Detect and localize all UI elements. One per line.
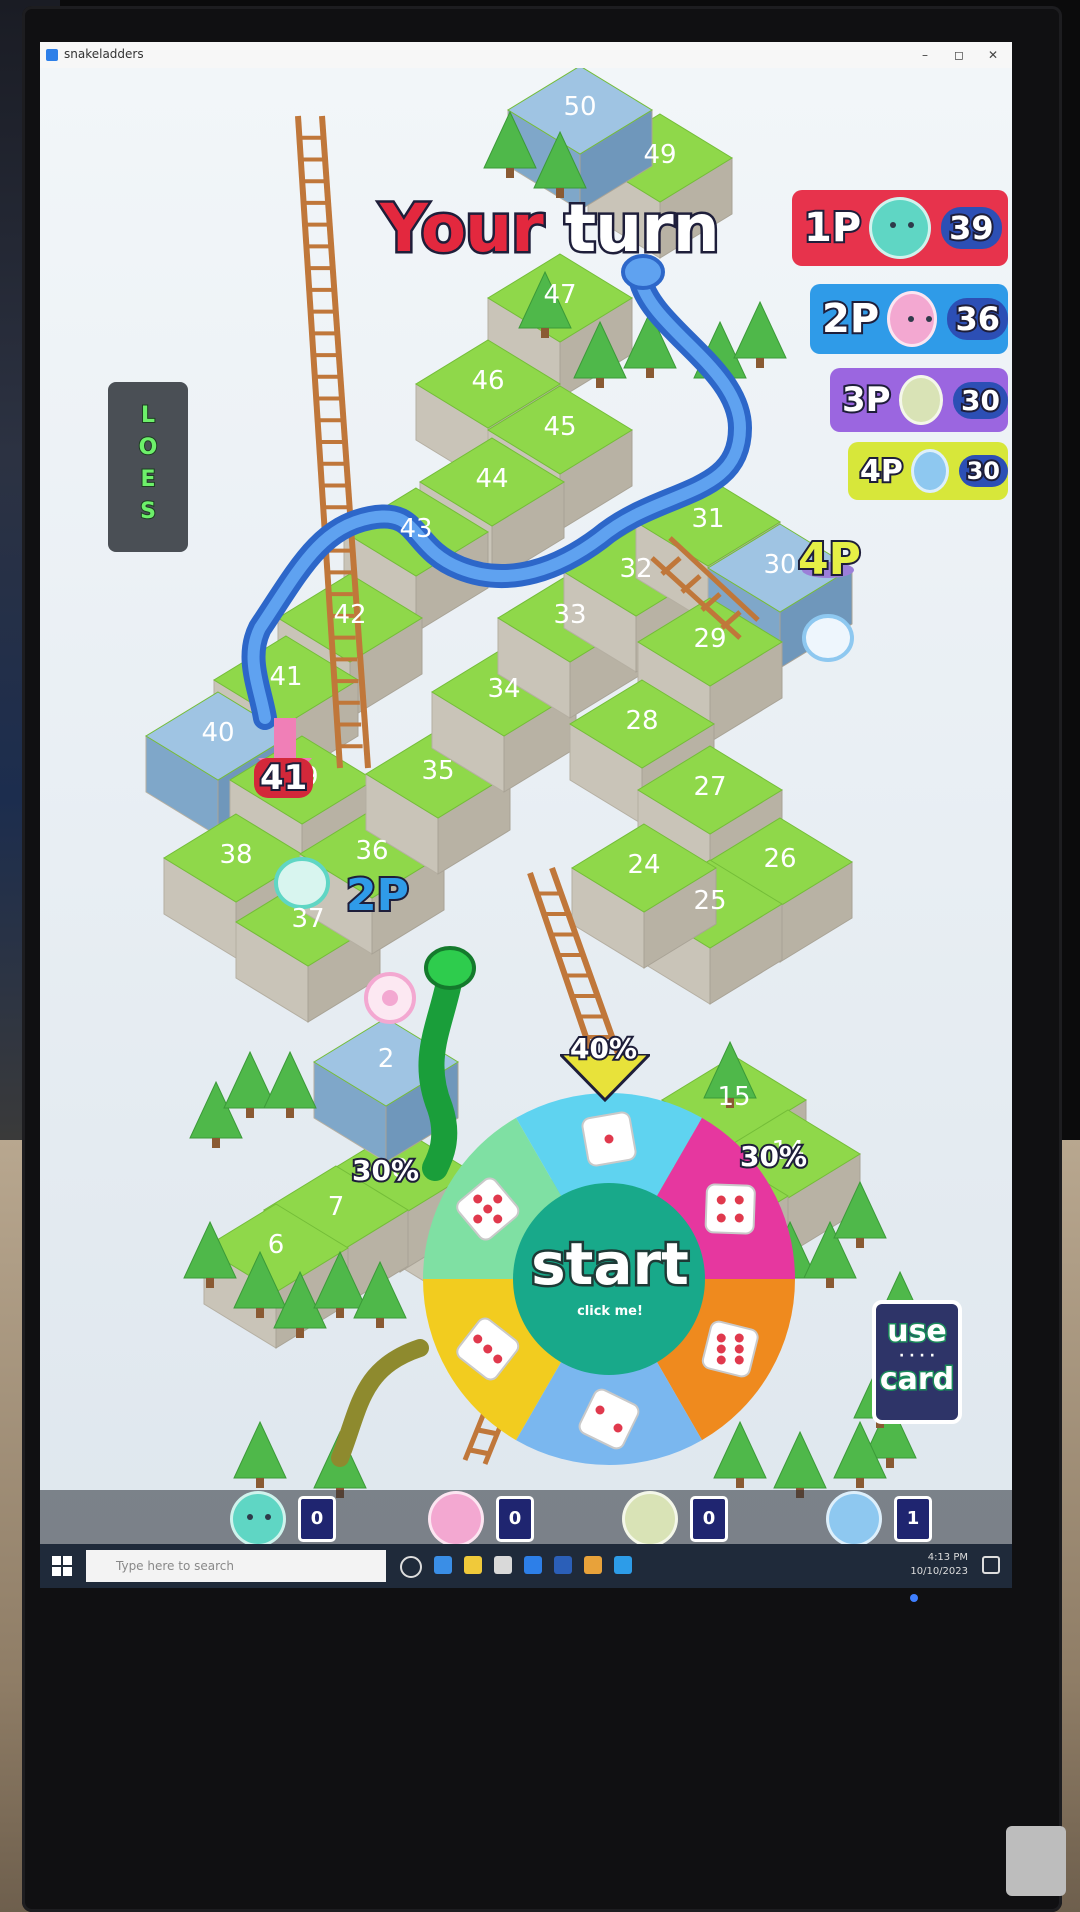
turn-banner-turn: turn xyxy=(562,188,722,270)
dice-pip xyxy=(493,1354,503,1364)
notification-icon[interactable] xyxy=(982,1556,1000,1574)
side-tab[interactable]: L O E S xyxy=(108,382,188,552)
taskbar-time: 4:13 PM xyxy=(927,1552,968,1563)
player-label: 1P xyxy=(802,203,863,253)
player-label: 4P xyxy=(858,452,905,491)
turn-banner-your: Your xyxy=(378,188,547,270)
inventory-card-count[interactable]: 1 xyxy=(894,1496,932,1542)
use-card-line2: card xyxy=(878,1361,955,1399)
dice-pip xyxy=(604,1134,614,1144)
windows-start-icon[interactable] xyxy=(52,1556,72,1576)
window-title: snakeladders xyxy=(64,47,144,61)
spinner-pct-right: 30% xyxy=(738,1138,809,1175)
dice-pip xyxy=(734,1333,744,1343)
start-button[interactable]: start xyxy=(510,1228,710,1301)
snake-green-head xyxy=(424,946,476,990)
inventory-card-count[interactable]: 0 xyxy=(496,1496,534,1542)
edge-icon[interactable] xyxy=(434,1556,452,1574)
player-score: 30 xyxy=(953,381,1008,419)
dice-icon xyxy=(701,1320,759,1378)
store-icon[interactable] xyxy=(494,1556,512,1574)
inventory-slot-4p: 1 xyxy=(826,1491,932,1547)
inventory-card-count[interactable]: 0 xyxy=(690,1496,728,1542)
dice-pip xyxy=(473,1194,483,1204)
taskbar-pinned-apps xyxy=(400,1556,632,1578)
token-tag-2p: 2P xyxy=(344,868,411,923)
player-avatar xyxy=(887,291,938,347)
os-taskbar: Type here to search 4:13 PM 10/10/2023 xyxy=(40,1544,1012,1588)
inventory-slot-2p: 0 xyxy=(428,1491,534,1547)
player-label: 2P xyxy=(820,294,881,344)
player-score: 36 xyxy=(947,298,1008,340)
inventory-slot-3p: 0 xyxy=(622,1491,728,1547)
start-button-hint: click me! xyxy=(577,1304,643,1319)
turn-banner: Your turn xyxy=(378,188,750,280)
inventory-slot-1p: 0 xyxy=(230,1491,336,1547)
token-1p xyxy=(274,857,330,909)
use-card-button[interactable]: use · · · · card xyxy=(872,1300,962,1424)
token-2p xyxy=(364,972,416,1024)
player-score: 39 xyxy=(941,207,1002,249)
task-view-icon[interactable] xyxy=(400,1556,422,1578)
dice-pip xyxy=(716,1213,726,1223)
kiosk-power-led xyxy=(910,1594,918,1602)
taskbar-search-input[interactable]: Type here to search xyxy=(86,1550,386,1582)
side-tab-letter: S xyxy=(139,498,157,525)
player-avatar xyxy=(910,449,949,493)
minimize-button[interactable]: – xyxy=(910,44,940,66)
window-titlebar: snakeladders – ◻ ✕ xyxy=(40,42,1012,69)
dice-pip xyxy=(716,1333,726,1343)
dice-pip xyxy=(613,1423,623,1433)
inventory-avatar xyxy=(428,1491,484,1547)
dice-pip xyxy=(595,1405,605,1415)
mail-icon[interactable] xyxy=(524,1556,542,1574)
dice-pip xyxy=(734,1344,744,1354)
spinner-pct-top: 40% xyxy=(568,1030,639,1067)
dice-pip xyxy=(493,1214,503,1224)
maximize-button[interactable]: ◻ xyxy=(944,44,974,66)
side-tab-letter: E xyxy=(139,466,156,493)
dice-pip xyxy=(716,1344,726,1354)
dice-pip xyxy=(716,1355,726,1365)
app-icon xyxy=(46,49,58,61)
dice-pip xyxy=(716,1195,726,1205)
player-avatar xyxy=(898,375,944,425)
taskbar-clock[interactable]: 4:13 PM 10/10/2023 xyxy=(910,1551,968,1579)
token-tag-4p: 4P xyxy=(796,532,863,587)
player-avatar xyxy=(869,197,932,259)
dice-pip xyxy=(734,1213,744,1223)
dice-pip xyxy=(734,1195,744,1205)
side-tab-letter: O xyxy=(138,434,159,461)
app-icon-blue[interactable] xyxy=(554,1556,572,1574)
token-tag-41: 41 xyxy=(254,756,314,800)
dice-pip xyxy=(473,1214,483,1224)
dice-pip xyxy=(493,1194,503,1204)
file-explorer-icon[interactable] xyxy=(464,1556,482,1574)
player-card-4p: 4P 30 xyxy=(848,442,1008,500)
dice-pip xyxy=(483,1344,493,1354)
inventory-avatar xyxy=(622,1491,678,1547)
side-tab-letter: L xyxy=(140,402,156,429)
player-card-2p: 2P 36 xyxy=(810,284,1008,354)
inventory-avatar xyxy=(826,1491,882,1547)
inventory-bar: 0 0 0 1 xyxy=(40,1490,1012,1547)
dice-pip xyxy=(734,1355,744,1365)
inventory-card-count[interactable]: 0 xyxy=(298,1496,336,1542)
player-score: 30 xyxy=(958,455,1008,487)
dice-pip xyxy=(473,1334,483,1344)
player-card-3p: 3P 30 xyxy=(830,368,1008,432)
dice-pip xyxy=(483,1204,493,1214)
snakeladders-taskbar-icon[interactable] xyxy=(614,1556,632,1574)
inventory-avatar xyxy=(230,1491,286,1547)
use-card-line1: use xyxy=(886,1313,949,1351)
dice-icon xyxy=(704,1183,756,1235)
floor-outlet xyxy=(1006,1826,1066,1896)
taskbar-date: 10/10/2023 xyxy=(910,1566,968,1577)
app-icon-orange[interactable] xyxy=(584,1556,602,1574)
kiosk-screen: snakeladders – ◻ ✕ 49 50 47 46 45 44 43 … xyxy=(40,42,1012,1588)
player-card-1p: 1P 39 xyxy=(792,190,1008,266)
player-label: 3P xyxy=(840,378,893,422)
close-button[interactable]: ✕ xyxy=(978,44,1008,66)
spinner-pct-left: 30% xyxy=(350,1152,421,1189)
